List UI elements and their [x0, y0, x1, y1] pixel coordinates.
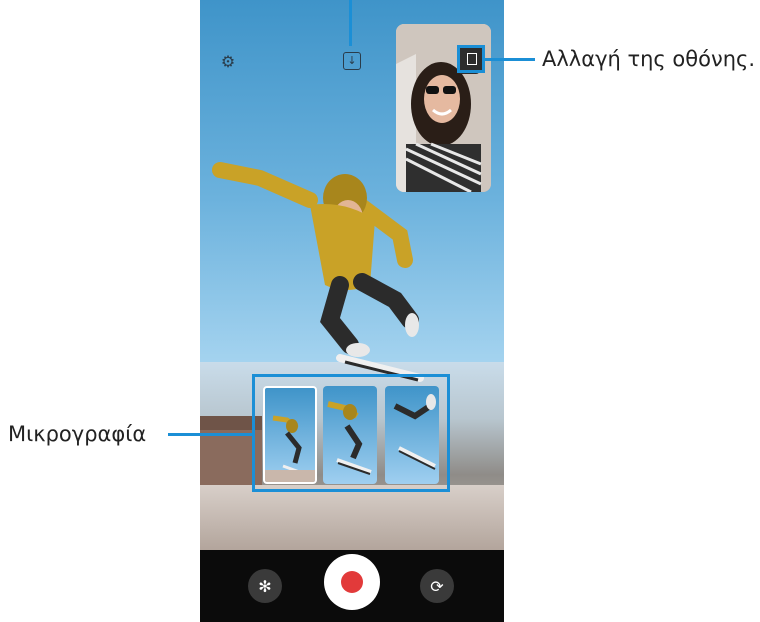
thumbnail-3[interactable]	[385, 386, 439, 484]
callout-line-thumbnail	[168, 433, 252, 436]
thumbnail-label: Μικρογραφία	[8, 422, 147, 446]
save-icon[interactable]: ↓	[343, 52, 361, 70]
record-button[interactable]	[324, 554, 380, 610]
callout-line-switch-screen	[485, 58, 535, 61]
concrete-ledge	[200, 485, 504, 550]
effects-icon: ✻	[258, 576, 272, 596]
thumbnail-2[interactable]	[323, 386, 377, 484]
switch-camera-button[interactable]: ⟳	[420, 569, 454, 603]
switch-screen-highlight[interactable]	[457, 45, 485, 73]
switch-camera-icon: ⟳	[430, 576, 444, 596]
record-icon	[341, 571, 363, 593]
settings-icon[interactable]: ⚙	[218, 52, 238, 72]
effects-button[interactable]: ✻	[248, 569, 282, 603]
thumbnail-1[interactable]	[263, 386, 317, 484]
callout-line-top	[349, 0, 352, 46]
switch-screen-label: Αλλαγή της οθόνης.	[542, 47, 756, 71]
camera-screen: ⚙ ↓ ✻ ⟳	[200, 0, 504, 622]
